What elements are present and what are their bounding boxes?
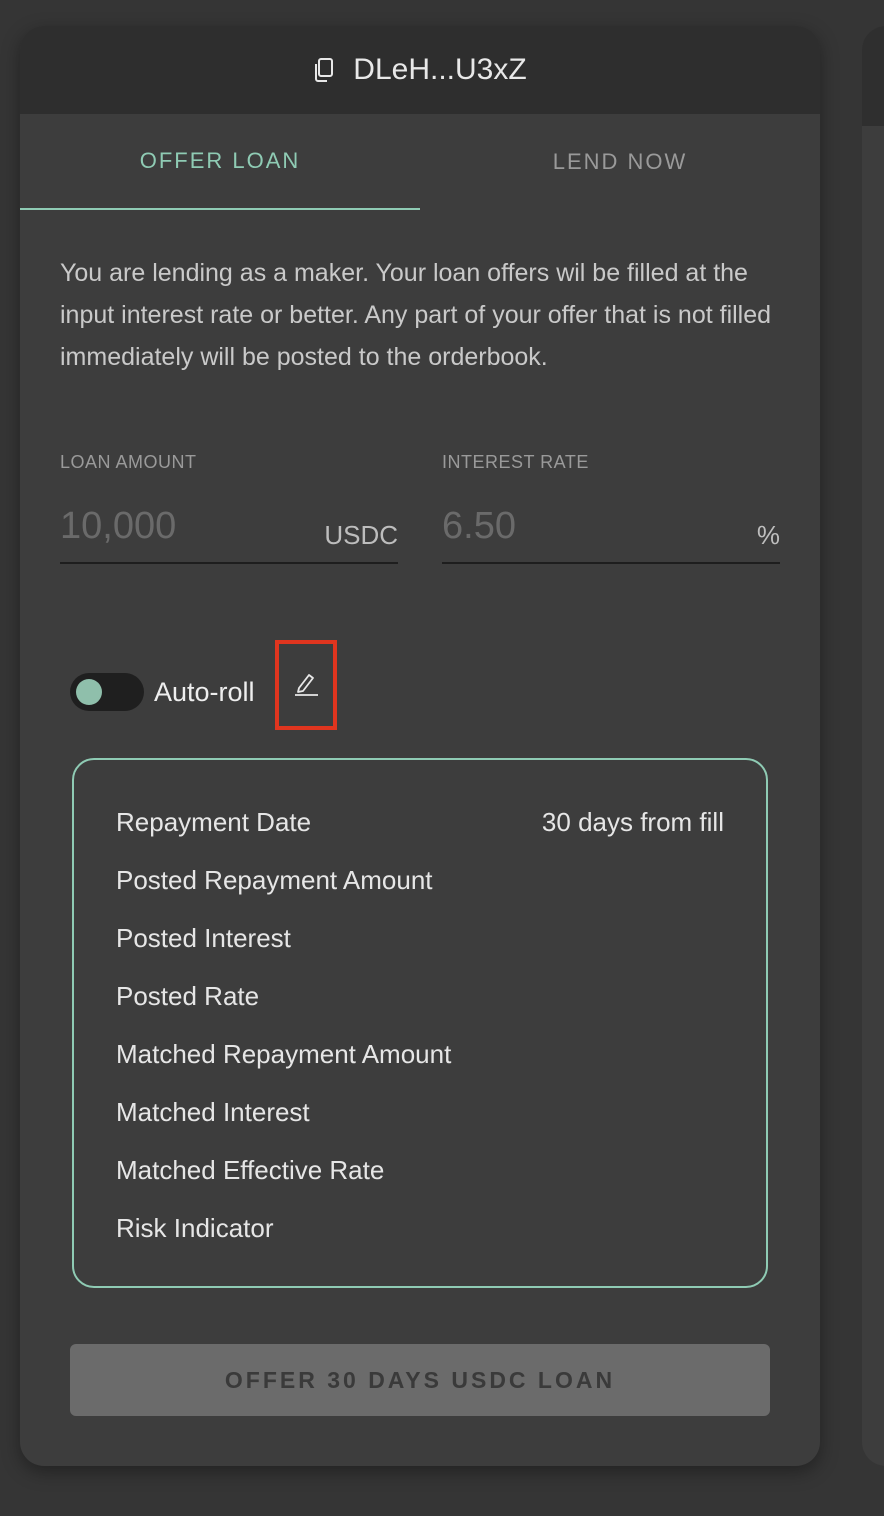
auto-roll-toggle[interactable] — [70, 673, 144, 711]
summary-row: Matched Effective Rate — [116, 1150, 724, 1190]
summary-label: Matched Effective Rate — [116, 1154, 385, 1185]
summary-label: Posted Rate — [116, 980, 260, 1011]
loan-amount-field: LOAN AMOUNT USDC — [60, 452, 398, 564]
summary-row: Risk Indicator — [116, 1208, 724, 1248]
pencil-icon — [292, 669, 320, 702]
summary-label: Posted Interest — [116, 922, 291, 953]
interest-rate-row: % — [442, 498, 780, 564]
summary-value: 30 days from fill — [541, 806, 724, 837]
loan-summary-box: Repayment Date 30 days from fill Posted … — [72, 758, 768, 1288]
summary-label: Repayment Date — [116, 806, 312, 837]
summary-row: Repayment Date 30 days from fill — [116, 802, 724, 842]
tab-lend-now[interactable]: LEND NOW — [420, 114, 820, 210]
wallet-address[interactable]: DLeH...U3xZ — [353, 53, 526, 87]
offer-loan-button[interactable]: OFFER 30 DAYS USDC LOAN — [70, 1344, 770, 1416]
adjacent-card-header — [862, 26, 884, 126]
auto-roll-label: Auto-roll — [154, 676, 255, 707]
interest-rate-unit: % — [756, 520, 780, 550]
summary-label: Risk Indicator — [116, 1212, 274, 1243]
auto-roll-edit-button[interactable] — [275, 640, 337, 730]
maker-description: You are lending as a maker. Your loan of… — [60, 259, 772, 371]
input-fields: LOAN AMOUNT USDC INTEREST RATE % — [60, 452, 780, 582]
summary-label: Matched Repayment Amount — [116, 1038, 452, 1069]
toggle-knob — [76, 679, 102, 705]
summary-row: Posted Repayment Amount — [116, 860, 724, 900]
auto-roll-row: Auto-roll — [70, 672, 255, 712]
interest-rate-input[interactable] — [442, 498, 682, 554]
card-header: DLeH...U3xZ — [20, 26, 820, 114]
summary-row: Posted Rate — [116, 976, 724, 1016]
summary-row: Posted Interest — [116, 918, 724, 958]
loan-amount-row: USDC — [60, 498, 398, 564]
loan-amount-unit: USDC — [324, 520, 398, 550]
summary-label: Matched Interest — [116, 1096, 310, 1127]
interest-rate-label: INTEREST RATE — [442, 452, 589, 472]
interest-rate-field: INTEREST RATE % — [442, 452, 780, 564]
tab-bar: OFFER LOAN LEND NOW — [20, 114, 820, 210]
summary-row: Matched Repayment Amount — [116, 1034, 724, 1074]
tab-offer-loan[interactable]: OFFER LOAN — [20, 114, 420, 210]
summary-label: Posted Repayment Amount — [116, 864, 433, 895]
lend-card: DLeH...U3xZ OFFER LOAN LEND NOW You are … — [20, 26, 820, 1466]
adjacent-card — [862, 26, 884, 1466]
loan-amount-label: LOAN AMOUNT — [60, 452, 197, 472]
loan-amount-input[interactable] — [60, 498, 300, 554]
copy-icon[interactable] — [313, 57, 335, 83]
summary-row: Matched Interest — [116, 1092, 724, 1132]
